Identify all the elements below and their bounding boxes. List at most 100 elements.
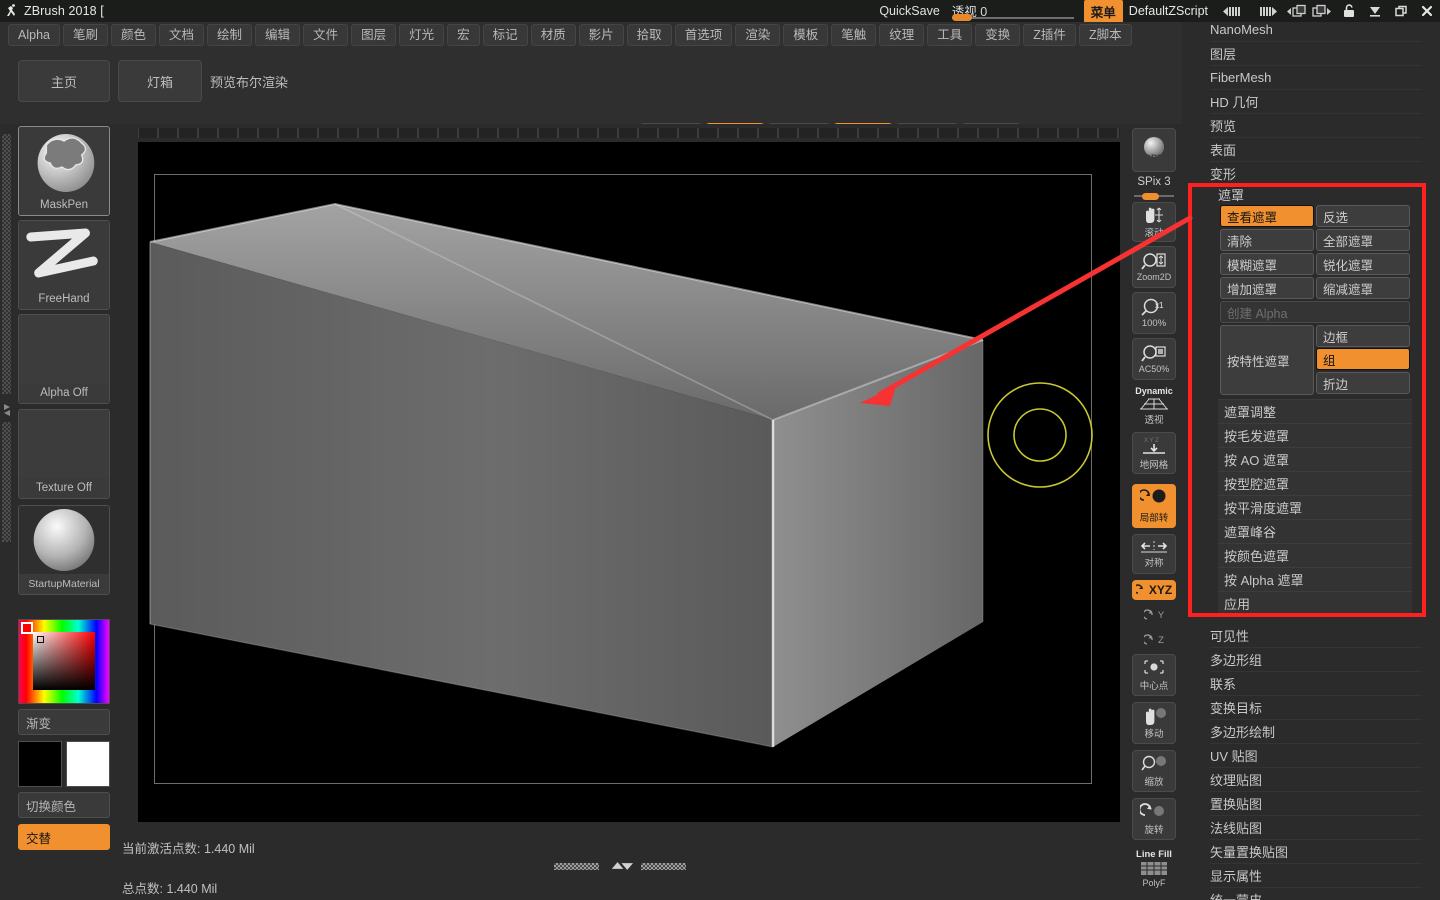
panel-item-below-11[interactable]: 统一蒙皮 [1210, 888, 1422, 900]
lightbox-button[interactable]: 灯箱 [118, 60, 202, 102]
menu-item-7[interactable]: 图层 [351, 24, 397, 46]
panel-item-below-2[interactable]: 联系 [1210, 672, 1422, 696]
perspective-slider[interactable]: 透视 0 [950, 0, 1078, 22]
handle-texture-left [554, 862, 599, 870]
dynamic-label: Dynamic [1135, 386, 1173, 396]
zbrush-runner-logo-icon [0, 0, 22, 22]
panel-item-above-2[interactable]: FiberMesh [1210, 66, 1422, 90]
z-axis-button[interactable]: Z [1132, 629, 1176, 651]
left-scrollbar[interactable] [2, 134, 11, 394]
move-button[interactable]: 移动 [1132, 702, 1176, 744]
perspective-button[interactable]: Dynamic 透视 [1132, 384, 1176, 428]
left-scrollbar-lower[interactable] [2, 422, 11, 542]
panel-item-below-8[interactable]: 法线贴图 [1210, 816, 1422, 840]
menu-item-1[interactable]: 笔刷 [62, 24, 108, 46]
stroke-swatch[interactable]: FreeHand [18, 220, 110, 310]
panel-item-below-10[interactable]: 显示属性 [1210, 864, 1422, 888]
menu-item-14[interactable]: 首选项 [674, 24, 733, 46]
menu-item-22[interactable]: Z脚本 [1078, 24, 1132, 46]
next-subtool-icon[interactable] [1310, 0, 1336, 22]
panel-item-below-5[interactable]: UV 贴图 [1210, 744, 1422, 768]
menu-item-13[interactable]: 拾取 [626, 24, 672, 46]
alternate-button[interactable]: 交替 [18, 824, 110, 850]
rotate-button[interactable]: 旋转 [1132, 798, 1176, 840]
panel-item-below-6[interactable]: 纹理贴图 [1210, 768, 1422, 792]
local-rotate-button[interactable]: 局部转 [1132, 484, 1176, 528]
menu-item-18[interactable]: 纹理 [879, 24, 925, 46]
panel-item-above-1[interactable]: 图层 [1210, 42, 1422, 66]
y-axis-button[interactable]: Y [1132, 604, 1176, 626]
spix-slider[interactable]: SPix 3 [1132, 176, 1176, 200]
center-button[interactable]: 中心点 [1132, 654, 1176, 696]
perspective-knob[interactable] [951, 14, 972, 21]
tray-collapse-handle[interactable] [554, 860, 687, 872]
switch-color-button[interactable]: 切换颜色 [18, 792, 110, 818]
canvas-3d-viewport[interactable] [138, 142, 1120, 822]
menu-item-16[interactable]: 模板 [783, 24, 829, 46]
collapse-arrows-icon[interactable] [604, 860, 637, 872]
panel-item-below-3[interactable]: 变换目标 [1210, 696, 1422, 720]
xyz-button[interactable]: XYZ [1132, 580, 1176, 600]
quicksave-button[interactable]: QuickSave [869, 4, 949, 18]
spix-knob[interactable] [1142, 193, 1159, 200]
menu-item-2[interactable]: 颜色 [111, 24, 157, 46]
home-button[interactable]: 主页 [18, 60, 110, 102]
panel-item-above-3[interactable]: HD 几何 [1210, 90, 1422, 114]
brush-swatch[interactable]: MaskPen [18, 126, 110, 216]
boolean-preview-button[interactable]: 预览布尔渲染 [210, 60, 288, 102]
panel-item-above-5[interactable]: 表面 [1210, 138, 1422, 162]
left-scroll-arrows-icon[interactable] [2, 402, 11, 418]
handle-texture-right [641, 862, 687, 870]
lock-icon[interactable] [1336, 0, 1362, 22]
menu-item-8[interactable]: 灯光 [399, 24, 445, 46]
mask-section-highlight [1188, 183, 1426, 617]
alpha-swatch[interactable]: Alpha Off [18, 314, 110, 404]
menu-item-11[interactable]: 材质 [530, 24, 576, 46]
menu-item-9[interactable]: 宏 [447, 24, 480, 46]
panel-item-above-4[interactable]: 预览 [1210, 114, 1422, 138]
menu-item-15[interactable]: 渲染 [735, 24, 781, 46]
menu-item-20[interactable]: 变换 [975, 24, 1021, 46]
bpr-button[interactable]: BPR [1132, 128, 1176, 172]
zoom2d-button[interactable]: Zoom2D [1132, 246, 1176, 288]
color-picker[interactable] [18, 619, 110, 704]
menu-item-17[interactable]: 笔触 [831, 24, 877, 46]
ac50-button[interactable]: AC50% [1132, 338, 1176, 380]
menu-item-12[interactable]: 影片 [578, 24, 624, 46]
panel-item-below-0[interactable]: 可见性 [1210, 624, 1422, 648]
symmetry-button[interactable]: 对称 [1132, 534, 1176, 574]
scroll-right-icon[interactable] [1250, 0, 1284, 22]
polyframe-button[interactable]: Line Fill PolyF [1132, 846, 1176, 890]
actual-size-label: 100% [1141, 317, 1167, 329]
zscript-label[interactable]: DefaultZScript [1129, 4, 1216, 18]
material-swatch[interactable]: StartupMaterial [18, 505, 110, 595]
prev-subtool-icon[interactable] [1284, 0, 1310, 22]
scale-button[interactable]: 缩放 [1132, 750, 1176, 792]
secondary-color-swatch[interactable] [66, 741, 110, 787]
menu-item-19[interactable]: 工具 [927, 24, 973, 46]
gradient-button[interactable]: 渐变 [18, 709, 110, 735]
panel-item-below-1[interactable]: 多边形组 [1210, 648, 1422, 672]
panel-item-below-9[interactable]: 矢量置换贴图 [1210, 840, 1422, 864]
panel-item-above-0[interactable]: NanoMesh [1210, 22, 1422, 42]
menu-item-10[interactable]: 标记 [482, 24, 528, 46]
floor-grid-button[interactable]: X Y Z 地网格 [1132, 432, 1176, 474]
actual-size-button[interactable]: x1 100% [1132, 292, 1176, 334]
texture-swatch[interactable]: Texture Off [18, 409, 110, 499]
menu-item-3[interactable]: 文档 [159, 24, 205, 46]
menu-item-5[interactable]: 编辑 [255, 24, 301, 46]
menu-item-21[interactable]: Z插件 [1023, 24, 1076, 46]
ac50-label: AC50% [1138, 364, 1170, 374]
scroll-button[interactable]: 滚动 [1132, 202, 1176, 242]
scroll-left-icon[interactable] [1216, 0, 1250, 22]
restore-icon[interactable] [1388, 0, 1414, 22]
close-icon[interactable] [1414, 0, 1440, 22]
menu-item-4[interactable]: 绘制 [207, 24, 253, 46]
menu-item-6[interactable]: 文件 [303, 24, 349, 46]
panel-item-below-7[interactable]: 置换贴图 [1210, 792, 1422, 816]
menu-button[interactable]: 菜单 [1083, 0, 1123, 23]
minimize-icon[interactable] [1362, 0, 1388, 22]
menu-item-0[interactable]: Alpha [8, 24, 60, 46]
panel-item-below-4[interactable]: 多边形绘制 [1210, 720, 1422, 744]
primary-color-swatch[interactable] [18, 741, 62, 787]
